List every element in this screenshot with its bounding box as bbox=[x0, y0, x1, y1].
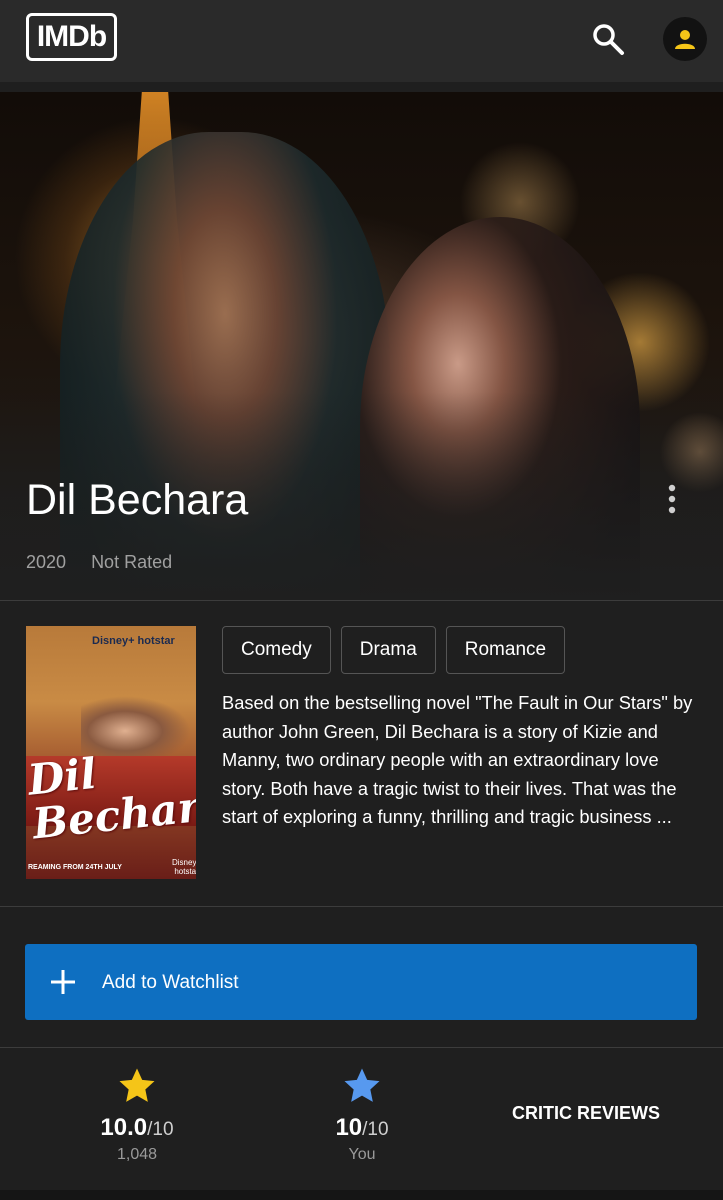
poster-brand: Disney+ hotstar bbox=[92, 635, 175, 647]
title-meta: 2020 Not Rated bbox=[26, 552, 172, 573]
account-icon[interactable] bbox=[663, 17, 707, 61]
poster-title: Dil Bechara bbox=[26, 748, 196, 849]
page-title: Dil Bechara bbox=[26, 476, 249, 524]
user-rating-score: 10 bbox=[335, 1114, 363, 1141]
genre-chip[interactable]: Drama bbox=[340, 626, 436, 674]
divider bbox=[0, 906, 723, 907]
add-to-watchlist-button[interactable]: Add to Watchlist bbox=[25, 944, 697, 1020]
watchlist-label: Add to Watchlist bbox=[102, 972, 239, 993]
more-options-icon[interactable] bbox=[660, 482, 684, 516]
imdb-logo[interactable]: IMDb bbox=[26, 13, 117, 61]
imdb-rating-value: 10.0/10 bbox=[77, 1114, 197, 1142]
plot-summary[interactable]: Based on the bestselling novel "The Faul… bbox=[222, 689, 702, 832]
person-icon bbox=[675, 30, 695, 49]
bottom-strip bbox=[0, 1190, 723, 1200]
search-icon[interactable] bbox=[590, 21, 626, 57]
genre-chip[interactable]: Comedy bbox=[222, 626, 331, 674]
divider bbox=[0, 600, 723, 601]
user-rating-value: 10/10 bbox=[302, 1114, 422, 1142]
imdb-rating-score: 10.0 bbox=[100, 1114, 148, 1141]
user-rating-outof: /10 bbox=[362, 1119, 389, 1140]
ratings-bar: 10.0/10 1,048 10/10 You CRITIC REVIEWS bbox=[0, 1048, 723, 1190]
plus-icon bbox=[51, 970, 75, 994]
certificate: Not Rated bbox=[91, 552, 173, 572]
imdb-rating[interactable]: 10.0/10 1,048 bbox=[77, 1048, 197, 1164]
star-icon bbox=[344, 1068, 380, 1102]
user-rating[interactable]: 10/10 You bbox=[302, 1048, 422, 1164]
vote-count: 1,048 bbox=[116, 1146, 158, 1163]
imdb-rating-outof: /10 bbox=[147, 1119, 174, 1140]
release-year[interactable]: 2020 bbox=[26, 552, 66, 572]
poster-footer: REAMING FROM 24TH JULY bbox=[28, 864, 122, 871]
poster-brand-bottom: Disney+ hotstar bbox=[172, 858, 196, 876]
top-bar: IMDb bbox=[0, 0, 723, 82]
poster-image[interactable]: Disney+ hotstar Dil Bechara REAMING FROM… bbox=[26, 626, 196, 879]
genre-list: Comedy Drama Romance bbox=[222, 626, 566, 674]
star-icon bbox=[119, 1068, 155, 1102]
user-rating-label: You bbox=[348, 1146, 376, 1163]
critic-reviews-link[interactable]: CRITIC REVIEWS bbox=[512, 1103, 660, 1124]
genre-chip[interactable]: Romance bbox=[445, 626, 566, 674]
